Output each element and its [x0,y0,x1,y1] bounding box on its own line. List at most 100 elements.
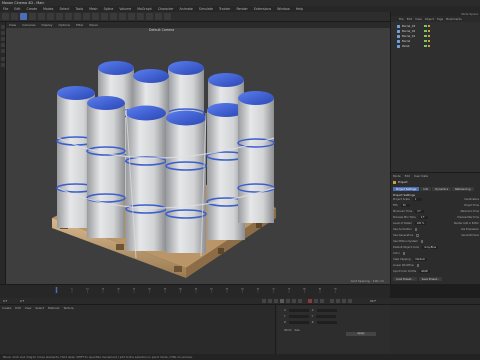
autokey-icon[interactable] [314,299,318,303]
play-icon[interactable] [280,299,284,303]
save-preset-button[interactable]: Save Preset... [418,277,443,281]
menu-item-extensions[interactable]: Extensions [254,7,271,11]
menu-item-animate[interactable]: Animate [180,7,193,11]
next-key-icon[interactable] [292,299,296,303]
menu-item-tracker[interactable]: Tracker [219,7,231,11]
rotate-tool-icon[interactable] [38,13,45,20]
deformer-icon[interactable] [137,13,144,20]
perspective-viewport[interactable]: Default Camera Grid Spacing: 100 cm [6,28,390,284]
attribute-checkbox[interactable] [420,240,424,243]
position-x-field[interactable] [288,309,309,312]
material-menu-select[interactable]: Select [35,306,44,310]
menu-item-mograph[interactable]: MoGraph [137,7,151,11]
menu-item-spline[interactable]: Spline [104,7,114,11]
current-frame-field[interactable]: 0 F [3,299,7,303]
edge-mode-icon[interactable] [1,43,5,47]
subdivision-icon[interactable] [119,13,126,20]
apply-button[interactable]: Apply [346,332,376,336]
attribute-value-field[interactable]: 0 F [418,216,428,219]
attribute-value-field[interactable]: 0 F [415,210,425,213]
timeline-ruler[interactable]: 051015202530354045505560657075808590 [6,287,386,293]
material-tag-icon[interactable] [427,34,430,38]
menu-item-help[interactable]: Help [296,7,303,11]
om-menu-tags[interactable]: Tags [437,17,443,21]
menu-item-select[interactable]: Select [59,7,69,11]
point-mode-icon[interactable] [1,37,5,41]
attr-menu-user-data[interactable]: User Data [414,174,428,178]
tab-dynamics[interactable]: Dynamics [432,187,452,191]
coord-mode-world[interactable]: World [284,329,291,332]
viewport-menu-panel[interactable]: Panel [90,23,98,27]
tab-info[interactable]: Info [420,187,432,191]
start-frame-field[interactable]: 0 F [20,299,24,303]
attribute-value-field[interactable]: sRGB [419,270,430,273]
position-y-field[interactable] [288,315,309,318]
load-preset-button[interactable]: Load Preset... [393,277,417,281]
size-x-field[interactable] [316,309,337,312]
om-menu-bookmarks[interactable]: Bookmarks [446,17,462,21]
visibility-check-icon[interactable] [424,39,427,43]
redo-icon[interactable] [11,13,18,20]
model-mode-icon[interactable] [1,25,5,29]
visibility-check-icon[interactable] [424,44,427,48]
material-menu-create[interactable]: Create [2,306,11,310]
material-menu-edit[interactable]: Edit [15,306,20,310]
material-tag-icon[interactable] [427,39,430,43]
workplane-icon[interactable] [1,63,5,67]
visibility-check-icon[interactable] [424,24,427,28]
menu-item-window[interactable]: Window [277,7,290,11]
object-row[interactable]: Barrel [397,39,480,43]
timeline[interactable]: 051015202530354045505560657075808590 [0,284,390,298]
viewport-menu-cameras[interactable]: Cameras [22,23,35,27]
render-view-icon[interactable] [74,13,81,20]
attr-menu-mode[interactable]: Mode [393,174,401,178]
go-to-start-icon[interactable] [262,299,266,303]
move-tool-icon[interactable] [20,13,27,20]
attribute-checkbox[interactable] [414,228,418,231]
attribute-value-field[interactable]: 1 [412,198,422,201]
pen-icon[interactable] [110,13,117,20]
scale-key-icon[interactable] [336,299,340,303]
attribute-checkbox[interactable] [416,264,420,267]
previous-key-icon[interactable] [268,299,272,303]
menu-item-edit[interactable]: Edit [14,7,20,11]
viewport-menu-view[interactable]: View [9,23,16,27]
previous-frame-icon[interactable] [274,299,278,303]
object-row[interactable]: Barrel_03 [397,24,480,28]
menu-item-render[interactable]: Render [236,7,247,11]
rotation-key-icon[interactable] [342,299,346,303]
light-icon[interactable] [164,13,171,20]
material-menu-material[interactable]: Material [48,306,59,310]
attr-menu-edit[interactable]: Edit [405,174,410,178]
menu-item-file[interactable]: File [3,7,8,11]
material-manager[interactable]: Create Edit View Select Material Texture [0,305,276,355]
material-menu-texture[interactable]: Texture [63,306,73,310]
menu-item-character[interactable]: Character [158,7,174,11]
om-menu-view[interactable]: View [415,17,422,21]
material-menu-view[interactable]: View [25,306,32,310]
next-frame-icon[interactable] [286,299,290,303]
floor-icon[interactable] [146,13,153,20]
camera-icon[interactable] [155,13,162,20]
menu-item-modes[interactable]: Modes [43,7,53,11]
axis-y-icon[interactable] [56,13,63,20]
object-row[interactable]: Barrel_01 [397,34,480,38]
position-z-field[interactable] [288,321,309,324]
attribute-value-field[interactable]: Medium [413,258,428,261]
object-row[interactable]: Pallet [397,44,480,48]
size-z-field[interactable] [316,321,337,324]
playhead[interactable] [55,287,58,293]
cloner-icon[interactable] [128,13,135,20]
go-to-end-icon[interactable] [298,299,302,303]
om-menu-file[interactable]: File [399,17,404,21]
axis-z-icon[interactable] [65,13,72,20]
keyframe-selection-icon[interactable] [320,299,324,303]
tab-project-settings[interactable]: Project Settings [393,187,420,191]
material-tag-icon[interactable] [427,24,430,28]
visibility-check-icon[interactable] [424,29,427,33]
attribute-value-field[interactable]: 100 % [414,222,427,225]
record-icon[interactable] [308,299,312,303]
visibility-check-icon[interactable] [424,34,427,38]
viewport-menu-display[interactable]: Display [41,23,52,27]
attribute-checkbox[interactable] [416,234,419,237]
